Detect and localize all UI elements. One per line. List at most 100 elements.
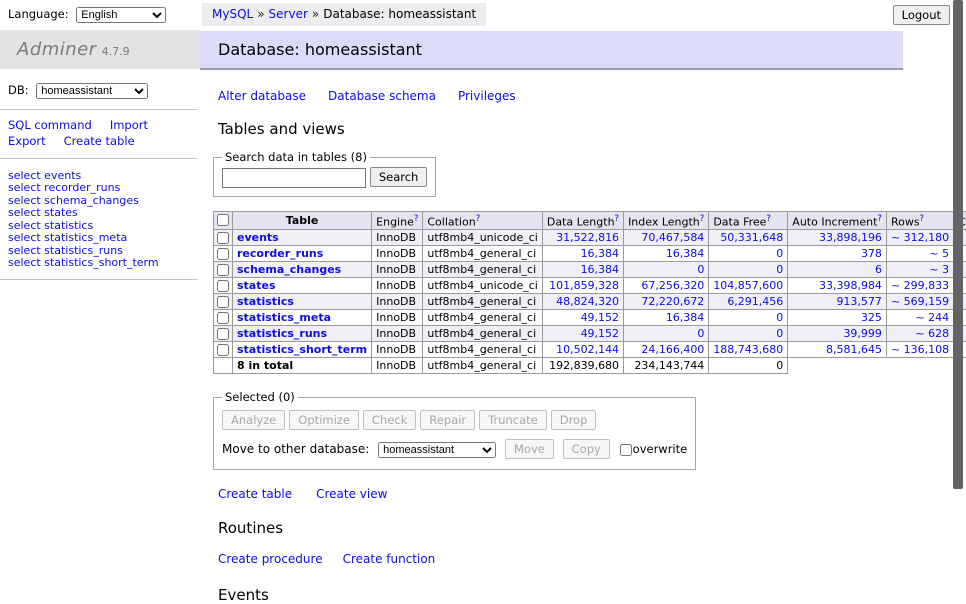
data-free-link[interactable]: 0 <box>776 263 783 276</box>
create-view-link[interactable]: Create view <box>316 487 387 501</box>
rows-link[interactable]: ~ 312,180 <box>891 231 949 244</box>
search-button[interactable]: Search <box>370 167 428 187</box>
data-free-link[interactable]: 0 <box>776 327 783 340</box>
data-free-link[interactable]: 0 <box>776 247 783 260</box>
move-db-select[interactable]: homeassistant <box>378 442 496 458</box>
alter-database-link[interactable]: Alter database <box>218 89 306 103</box>
auto-increment-link[interactable]: 913,577 <box>836 295 882 308</box>
column-help-link[interactable]: ? <box>877 214 882 224</box>
data-free-link[interactable]: 50,331,648 <box>720 231 783 244</box>
analyze-button[interactable]: Analyze <box>222 410 285 430</box>
sidebar-sql-command-link[interactable]: SQL command <box>8 118 92 132</box>
data-free-link[interactable]: 104,857,600 <box>713 279 783 292</box>
index-length-link[interactable]: 72,220,672 <box>641 295 704 308</box>
column-label: Data Length <box>547 215 615 228</box>
data-length-link[interactable]: 16,384 <box>581 263 620 276</box>
rows-link[interactable]: ~ 299,833 <box>891 279 949 292</box>
auto-increment-link[interactable]: 33,398,984 <box>819 279 882 292</box>
table-name-link[interactable]: statistics <box>237 295 294 308</box>
row-checkbox[interactable] <box>217 312 229 324</box>
rows-cell: ~ 244 <box>886 310 953 326</box>
column-help-link[interactable]: ? <box>920 214 925 224</box>
row-checkbox[interactable] <box>217 232 229 244</box>
db-select[interactable]: homeassistant <box>36 83 148 99</box>
sidebar-import-link[interactable]: Import <box>110 118 148 132</box>
auto-increment-link[interactable]: 6 <box>875 263 882 276</box>
sidebar-create-table-link[interactable]: Create table <box>64 134 135 148</box>
row-checkbox[interactable] <box>217 296 229 308</box>
index-length-link[interactable]: 16,384 <box>666 311 705 324</box>
database-schema-link[interactable]: Database schema <box>328 89 436 103</box>
rows-link[interactable]: ~ 136,108 <box>891 343 949 356</box>
sidebar-select-link[interactable]: select statistics_short_term <box>8 257 192 269</box>
copy-button[interactable]: Copy <box>563 439 610 459</box>
table-name-link[interactable]: statistics_runs <box>237 327 327 340</box>
row-checkbox[interactable] <box>217 280 229 292</box>
vertical-scrollbar-thumb[interactable] <box>953 0 963 489</box>
optimize-button[interactable]: Optimize <box>289 410 359 430</box>
create-function-link[interactable]: Create function <box>343 552 436 566</box>
logout-button[interactable]: Logout <box>893 5 950 25</box>
auto-increment-link[interactable]: 39,999 <box>843 327 882 340</box>
data-length-link[interactable]: 31,522,816 <box>556 231 619 244</box>
auto-increment-link[interactable]: 8,581,645 <box>826 343 882 356</box>
data-length-link[interactable]: 101,859,328 <box>549 279 619 292</box>
row-checkbox[interactable] <box>217 328 229 340</box>
rows-link[interactable]: ~ 569,159 <box>891 295 949 308</box>
sidebar-select-link[interactable]: select statistics_meta <box>8 232 192 244</box>
data-length-link[interactable]: 48,824,320 <box>556 295 619 308</box>
rows-link[interactable]: ~ 628 <box>915 327 949 340</box>
data-length-link[interactable]: 10,502,144 <box>556 343 619 356</box>
column-help-link[interactable]: ? <box>700 214 705 224</box>
select-all-checkbox[interactable] <box>217 214 229 226</box>
search-input[interactable] <box>222 168 366 188</box>
repair-button[interactable]: Repair <box>420 410 475 430</box>
index-length-link[interactable]: 0 <box>697 263 704 276</box>
sidebar-select-link[interactable]: select states <box>8 207 192 219</box>
data-free-link[interactable]: 188,743,680 <box>713 343 783 356</box>
breadcrumb-mysql-link[interactable]: MySQL <box>212 7 253 21</box>
data-length-link[interactable]: 49,152 <box>581 327 620 340</box>
language-select[interactable]: English <box>76 7 166 23</box>
row-checkbox[interactable] <box>217 248 229 260</box>
index-length-link[interactable]: 70,467,584 <box>641 231 704 244</box>
auto-increment-link[interactable]: 33,898,196 <box>819 231 882 244</box>
row-checkbox[interactable] <box>217 264 229 276</box>
table-name-link[interactable]: statistics_meta <box>237 311 331 324</box>
move-button[interactable]: Move <box>505 439 554 459</box>
row-checkbox[interactable] <box>217 344 229 356</box>
data-length-link[interactable]: 49,152 <box>581 311 620 324</box>
table-name-link[interactable]: events <box>237 231 279 244</box>
create-table-link[interactable]: Create table <box>218 487 292 501</box>
table-name-link[interactable]: statistics_short_term <box>237 343 367 356</box>
table-name-link[interactable]: recorder_runs <box>237 247 323 260</box>
breadcrumb-server-link[interactable]: Server <box>269 7 308 21</box>
column-help-link[interactable]: ? <box>615 214 620 224</box>
data-length-link[interactable]: 16,384 <box>581 247 620 260</box>
rows-link[interactable]: ~ 3 <box>929 263 949 276</box>
privileges-link[interactable]: Privileges <box>458 89 516 103</box>
drop-button[interactable]: Drop <box>551 410 597 430</box>
create-procedure-link[interactable]: Create procedure <box>218 552 323 566</box>
column-header-engine: Engine? <box>372 211 423 230</box>
column-help-link[interactable]: ? <box>476 214 481 224</box>
rows-link[interactable]: ~ 244 <box>915 311 949 324</box>
index-length-link[interactable]: 0 <box>697 327 704 340</box>
app-logo[interactable]: Adminer <box>17 39 97 60</box>
index-length-link[interactable]: 67,256,320 <box>641 279 704 292</box>
table-name-link[interactable]: schema_changes <box>237 263 341 276</box>
check-button[interactable]: Check <box>363 410 416 430</box>
table-name-link[interactable]: states <box>237 279 276 292</box>
rows-link[interactable]: ~ 5 <box>929 247 949 260</box>
index-length-link[interactable]: 16,384 <box>666 247 705 260</box>
overwrite-checkbox[interactable] <box>620 444 632 456</box>
data-free-link[interactable]: 6,291,456 <box>727 295 783 308</box>
index-length-link[interactable]: 24,166,400 <box>641 343 704 356</box>
sidebar-export-link[interactable]: Export <box>8 134 46 148</box>
column-help-link[interactable]: ? <box>766 214 771 224</box>
auto-increment-link[interactable]: 325 <box>861 311 882 324</box>
column-help-link[interactable]: ? <box>414 214 419 224</box>
truncate-button[interactable]: Truncate <box>479 410 547 430</box>
auto-increment-link[interactable]: 378 <box>861 247 882 260</box>
data-free-link[interactable]: 0 <box>776 311 783 324</box>
